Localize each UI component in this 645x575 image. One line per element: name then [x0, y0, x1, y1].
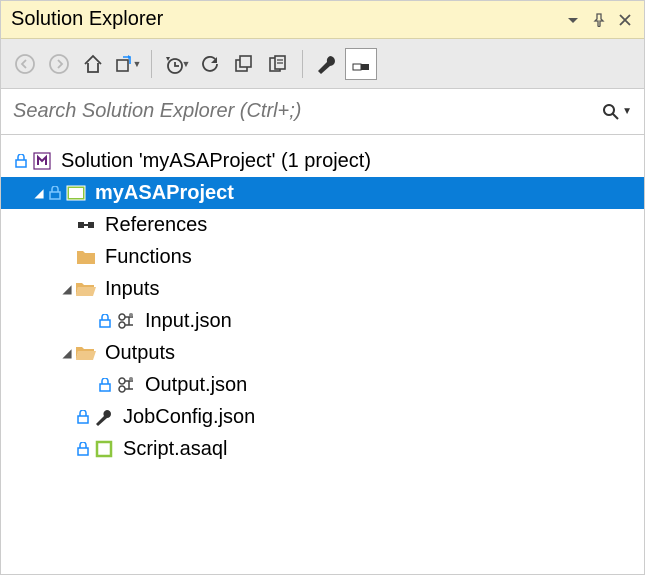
forward-button[interactable] — [43, 48, 75, 80]
references-icon — [75, 214, 97, 236]
show-all-files-button[interactable] — [262, 48, 294, 80]
output-json-node[interactable]: Output.json — [1, 369, 644, 401]
solution-icon — [31, 150, 53, 172]
output-json-label: Output.json — [145, 374, 247, 397]
outputs-label: Outputs — [105, 342, 175, 365]
toolbar: ▼ ▼ — [1, 39, 644, 89]
wrench-icon — [93, 406, 115, 428]
script-label: Script.asaql — [123, 438, 228, 461]
pin-button[interactable] — [590, 11, 608, 29]
sync-button[interactable]: ▼ — [111, 48, 143, 80]
solution-label: Solution 'myASAProject' (1 project) — [61, 150, 371, 173]
expand-icon[interactable]: ◢ — [31, 186, 47, 200]
lock-icon — [97, 378, 113, 392]
json-file-icon — [115, 310, 137, 332]
refresh-button[interactable] — [194, 48, 226, 80]
pending-changes-button[interactable]: ▼ — [160, 48, 192, 80]
search-input[interactable] — [13, 100, 602, 123]
script-icon — [93, 438, 115, 460]
script-node[interactable]: Script.asaql — [1, 433, 644, 465]
lock-icon — [75, 410, 91, 424]
close-button[interactable] — [616, 11, 634, 29]
panel-titlebar: Solution Explorer — [1, 1, 644, 39]
expand-icon[interactable]: ◢ — [59, 346, 75, 360]
jobconfig-node[interactable]: JobConfig.json — [1, 401, 644, 433]
jobconfig-label: JobConfig.json — [123, 406, 255, 429]
inputs-node[interactable]: ◢ Inputs — [1, 273, 644, 305]
collapse-all-button[interactable] — [228, 48, 260, 80]
back-button[interactable] — [9, 48, 41, 80]
panel-title: Solution Explorer — [11, 8, 556, 31]
project-icon — [65, 182, 87, 204]
folder-open-icon — [75, 278, 97, 300]
solution-node[interactable]: Solution 'myASAProject' (1 project) — [1, 145, 644, 177]
search-bar: ▼ — [1, 89, 644, 135]
input-json-label: Input.json — [145, 310, 232, 333]
lock-icon — [47, 186, 63, 200]
home-button[interactable] — [77, 48, 109, 80]
window-menu-button[interactable] — [564, 11, 582, 29]
references-label: References — [105, 214, 207, 237]
json-file-icon — [115, 374, 137, 396]
functions-label: Functions — [105, 246, 192, 269]
folder-open-icon — [75, 342, 97, 364]
project-node[interactable]: ◢ myASAProject — [1, 177, 644, 209]
outputs-node[interactable]: ◢ Outputs — [1, 337, 644, 369]
lock-icon — [97, 314, 113, 328]
search-button[interactable]: ▼ — [602, 103, 632, 121]
references-node[interactable]: References — [1, 209, 644, 241]
solution-tree: Solution 'myASAProject' (1 project) ◢ my… — [1, 135, 644, 574]
inputs-label: Inputs — [105, 278, 159, 301]
lock-icon — [13, 154, 29, 168]
input-json-node[interactable]: Input.json — [1, 305, 644, 337]
properties-button[interactable] — [311, 48, 343, 80]
toolbar-separator — [151, 50, 152, 78]
project-label: myASAProject — [95, 182, 234, 205]
functions-node[interactable]: Functions — [1, 241, 644, 273]
toolbar-separator — [302, 50, 303, 78]
folder-icon — [75, 246, 97, 268]
preview-button[interactable] — [345, 48, 377, 80]
lock-icon — [75, 442, 91, 456]
expand-icon[interactable]: ◢ — [59, 282, 75, 296]
